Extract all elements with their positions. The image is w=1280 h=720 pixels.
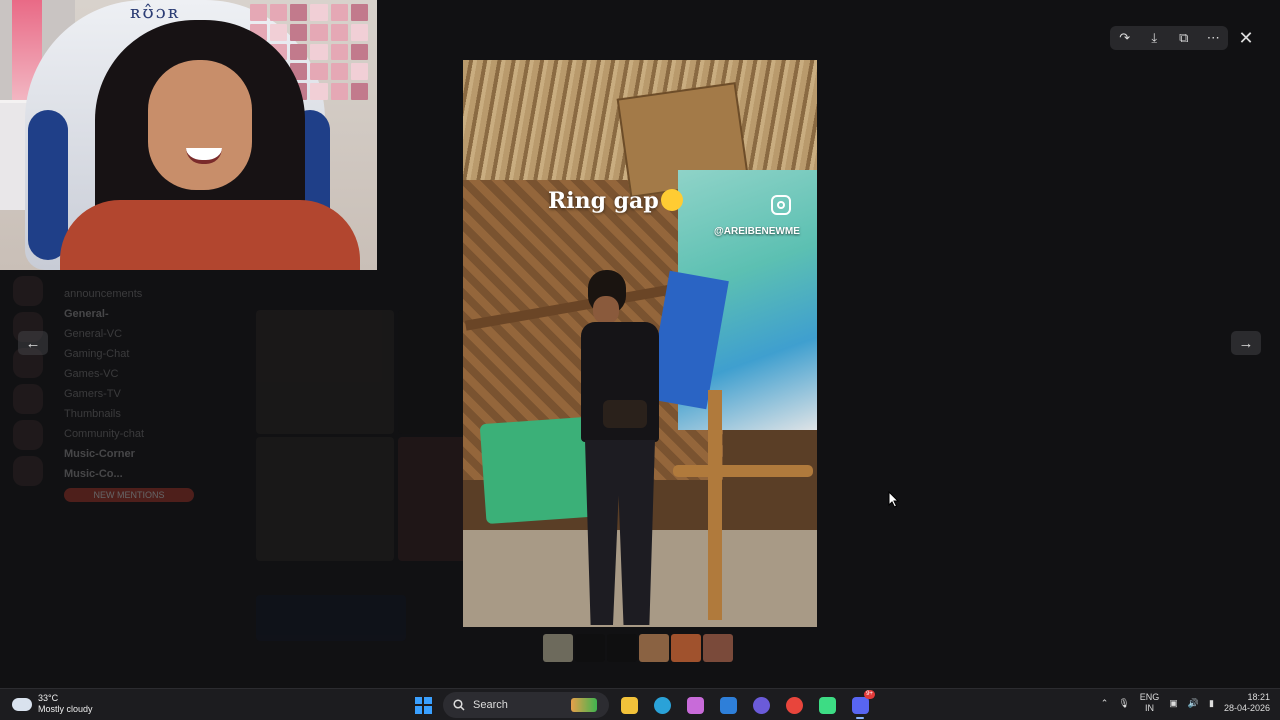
store-taskbar-button[interactable] bbox=[715, 692, 741, 718]
language-line1: ENG bbox=[1139, 692, 1160, 702]
media-thumbnail[interactable] bbox=[639, 634, 669, 662]
android-app-icon bbox=[818, 696, 836, 714]
channel-item: General-VC bbox=[64, 328, 123, 340]
close-icon[interactable]: ✕ bbox=[1236, 28, 1256, 48]
chair-logo-text: ʀʊ̂ɔʀ bbox=[130, 2, 181, 23]
discord-taskbar-button[interactable]: 9+ bbox=[847, 690, 875, 719]
network-icon[interactable]: ▣ bbox=[1169, 698, 1178, 709]
chevron-up-icon[interactable]: ⌃ bbox=[1101, 698, 1109, 709]
watermark-handle: @AREIBENEWME bbox=[714, 226, 800, 237]
search-icon bbox=[453, 699, 465, 711]
channel-list: announcements General- General-VC Gaming… bbox=[56, 270, 206, 658]
download-icon[interactable]: ⤓ bbox=[1143, 27, 1165, 49]
media-thumbnail[interactable] bbox=[575, 634, 605, 662]
taskbar: 33°C Mostly cloudy Search 9+ ⌃ 🎙 ENG IN … bbox=[0, 688, 1280, 720]
arrow-left-icon[interactable]: ← bbox=[18, 331, 48, 355]
pinned-apps: 9+ bbox=[616, 690, 875, 719]
media-thumbnail[interactable] bbox=[607, 634, 637, 662]
open-external-icon[interactable]: ⧉ bbox=[1173, 27, 1195, 49]
video-caption: Ring gap bbox=[548, 188, 683, 214]
webcam-overlay: ʀʊ̂ɔʀ bbox=[0, 0, 377, 270]
language-line2: IN bbox=[1145, 703, 1154, 713]
chat-image bbox=[256, 310, 394, 434]
media-thumbnail[interactable] bbox=[543, 634, 573, 662]
channel-item: Games-VC bbox=[64, 368, 119, 380]
search-placeholder: Search bbox=[473, 699, 508, 711]
cloud-sun-icon bbox=[9, 692, 32, 711]
discord-icon bbox=[851, 696, 869, 714]
server-list bbox=[0, 270, 56, 658]
thumbnail-strip bbox=[543, 634, 733, 662]
chat-image bbox=[256, 437, 394, 561]
edge-taskbar-button[interactable] bbox=[649, 692, 675, 718]
file-explorer-icon bbox=[620, 696, 638, 714]
clock-time: 18:21 bbox=[1247, 692, 1270, 702]
channel-item: Music-Corner bbox=[64, 448, 135, 460]
server-icon bbox=[13, 456, 43, 486]
store-icon bbox=[719, 696, 737, 714]
instagram-icon bbox=[771, 195, 791, 215]
chat-image bbox=[256, 595, 406, 641]
notification-badge: 9+ bbox=[864, 690, 875, 699]
media-thumbnail[interactable] bbox=[703, 634, 733, 662]
server-icon bbox=[13, 420, 43, 450]
taskbar-search[interactable]: Search bbox=[443, 692, 609, 718]
copilot-icon bbox=[686, 696, 704, 714]
weather-widget[interactable]: 33°C Mostly cloudy bbox=[9, 692, 93, 715]
server-icon bbox=[13, 384, 43, 414]
volume-icon[interactable]: 🔊 bbox=[1188, 698, 1199, 709]
server-icon bbox=[13, 276, 43, 306]
more-icon[interactable]: ⋯ bbox=[1202, 27, 1224, 49]
android-app-taskbar-button[interactable] bbox=[814, 692, 840, 718]
arrow-right-icon[interactable]: → bbox=[1231, 331, 1261, 355]
chat-image bbox=[398, 310, 468, 434]
caption-text: Ring gap bbox=[548, 188, 659, 214]
channel-item: General- bbox=[64, 308, 109, 320]
window-title bbox=[380, 0, 1280, 22]
circle-app-icon bbox=[752, 696, 770, 714]
screen-area: announcements General- General-VC Gaming… bbox=[0, 0, 1280, 688]
copilot-taskbar-button[interactable] bbox=[682, 692, 708, 718]
channel-item: Community-chat bbox=[64, 428, 145, 440]
chrome-icon bbox=[785, 696, 803, 714]
chat-image bbox=[398, 437, 468, 561]
streamer-face bbox=[148, 60, 252, 190]
weather-temp: 33°C bbox=[38, 693, 59, 703]
start-button[interactable] bbox=[410, 692, 436, 718]
battery-icon[interactable]: ▮ bbox=[1209, 698, 1214, 709]
edge-icon bbox=[653, 696, 671, 714]
file-explorer-taskbar-button[interactable] bbox=[616, 692, 642, 718]
active-indicator bbox=[856, 717, 864, 719]
language-switcher[interactable]: ENG IN bbox=[1140, 692, 1160, 714]
windows-logo-icon bbox=[414, 696, 432, 714]
search-highlight-icon bbox=[571, 698, 597, 712]
clock[interactable]: 18:21 28-04-2026 bbox=[1224, 692, 1270, 714]
channel-item: announcements bbox=[64, 288, 143, 300]
chrome-taskbar-button[interactable] bbox=[781, 692, 807, 718]
laughing-emoji-icon bbox=[660, 189, 683, 211]
chat-area bbox=[210, 285, 470, 658]
channel-item: Gamers-TV bbox=[64, 388, 121, 400]
taskbar-apps: Search 9+ bbox=[410, 690, 875, 719]
media-image[interactable]: Ring gap @AREIBENEWME bbox=[463, 60, 817, 627]
media-thumbnail[interactable] bbox=[671, 634, 701, 662]
channel-item: Thumbnails bbox=[64, 408, 121, 420]
forward-icon[interactable]: ↷ bbox=[1114, 27, 1136, 49]
weather-condition: Mostly cloudy bbox=[38, 704, 93, 714]
clock-date: 28-04-2026 bbox=[1223, 703, 1270, 713]
media-toolbar: ↷ ⤓ ⧉ ⋯ bbox=[1110, 26, 1228, 50]
channel-item: Music-Co... bbox=[64, 468, 123, 480]
channel-item: Gaming-Chat bbox=[64, 348, 130, 360]
circle-app-taskbar-button[interactable] bbox=[748, 692, 774, 718]
new-mentions-pill: NEW MENTIONS bbox=[64, 488, 194, 502]
system-tray: ⌃ 🎙 ENG IN ▣ 🔊 ▮ 18:21 28-04-2026 bbox=[1101, 692, 1270, 714]
microphone-icon[interactable]: 🎙 bbox=[1118, 698, 1129, 709]
